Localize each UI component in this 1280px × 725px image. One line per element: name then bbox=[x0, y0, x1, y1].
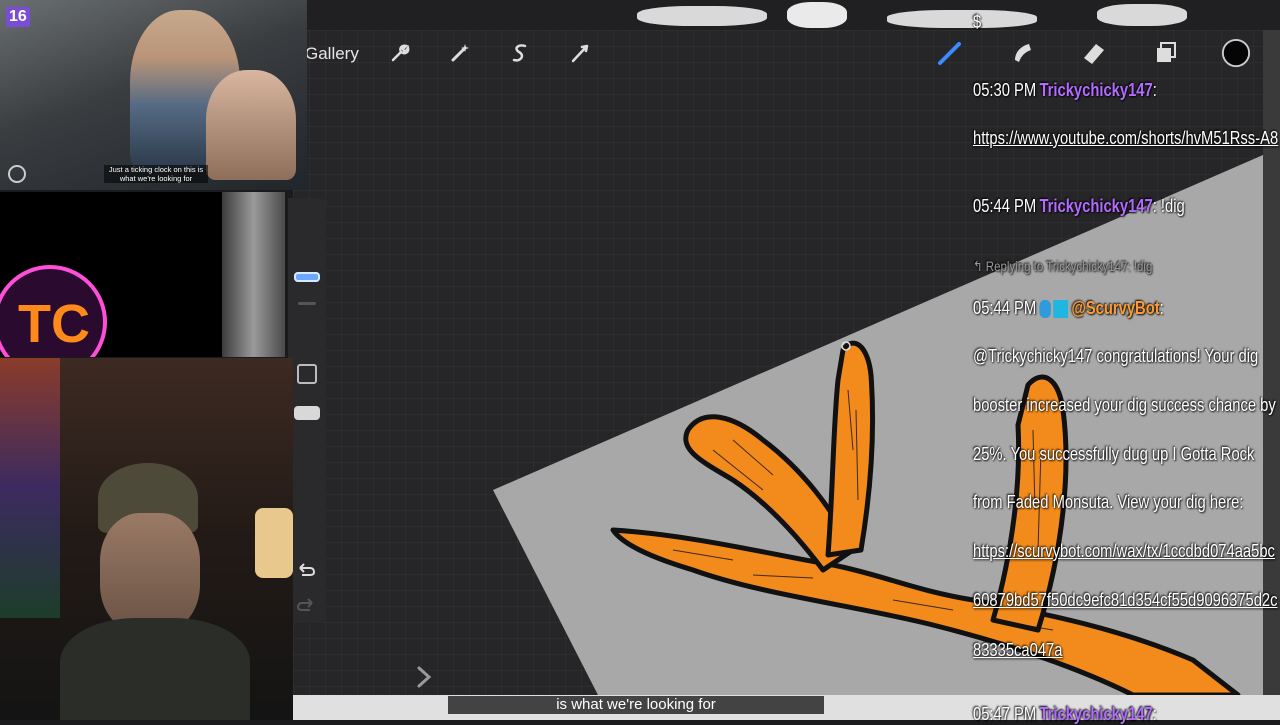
chat-link[interactable]: 60879bd57f50dc9efc81d354cf55d9096375d2c bbox=[973, 590, 1278, 611]
brush-size-sidebar bbox=[288, 198, 326, 623]
chat-username: Trickychicky147 bbox=[1039, 80, 1153, 100]
bot-badge-2-icon bbox=[1053, 300, 1069, 319]
logo-panel: TC bbox=[0, 192, 285, 357]
chat-message: 05:44 PM @ScurvyBot: bbox=[973, 298, 1164, 319]
redo-icon[interactable] bbox=[296, 595, 316, 618]
chat-timestamp: 05:47 PM bbox=[973, 704, 1037, 724]
wall-posters bbox=[0, 358, 60, 618]
chat-timestamp: 05:44 PM bbox=[973, 298, 1037, 318]
chat-message: 05:44 PM Trickychicky147: !dig bbox=[973, 196, 1185, 217]
chat-text: @Trickychicky147 congratulations! Your d… bbox=[973, 346, 1259, 366]
modify-square-button[interactable] bbox=[297, 364, 317, 384]
chat-username: @ScurvyBot bbox=[1071, 298, 1160, 318]
chat-separator: : bbox=[1159, 298, 1164, 318]
video-caption: Just a ticking clock on this is what we'… bbox=[104, 165, 208, 183]
chat-text: !dig bbox=[1156, 196, 1185, 216]
gallery-button[interactable]: Gallery bbox=[305, 44, 359, 64]
svg-text:TC: TC bbox=[18, 294, 90, 354]
chat-message: 05:30 PM Trickychicky147: bbox=[973, 80, 1157, 101]
wrench-icon[interactable] bbox=[385, 38, 415, 68]
chat-top-fragment: $ bbox=[973, 12, 982, 32]
transform-arrow-icon[interactable] bbox=[565, 38, 595, 68]
chat-separator: : bbox=[1152, 80, 1157, 100]
selection-s-icon[interactable] bbox=[505, 38, 535, 68]
chat-link[interactable]: https://www.youtube.com/shorts/hvM51Rss-… bbox=[973, 128, 1278, 149]
chat-link[interactable]: 83335ca047a bbox=[973, 640, 1062, 661]
chat-username: Trickychicky147 bbox=[1039, 196, 1153, 216]
brush-size-slider[interactable] bbox=[294, 272, 320, 282]
chat-overlay: $ 05:30 PM Trickychicky147: https://www.y… bbox=[973, 0, 1280, 724]
streamer-face bbox=[100, 513, 200, 633]
slider-divider bbox=[298, 302, 316, 305]
channel-logo: TC bbox=[0, 265, 107, 357]
chat-timestamp: 05:30 PM bbox=[973, 80, 1037, 100]
brush-icon[interactable] bbox=[935, 38, 965, 68]
cc-icon[interactable] bbox=[8, 165, 26, 183]
video-overlay: 16 Just a ticking clock on this is what … bbox=[0, 0, 307, 190]
chat-link[interactable]: https://scurvybot.com/wax/tx/1ccdbd074aa… bbox=[973, 541, 1275, 562]
undo-icon[interactable] bbox=[296, 560, 316, 583]
view-count-badge: 16 bbox=[6, 7, 30, 27]
chat-text: from Faded Monsuta. View your dig here: bbox=[973, 492, 1244, 512]
chat-timestamp: 05:44 PM bbox=[973, 196, 1037, 216]
lamp bbox=[255, 508, 293, 578]
video-person-2 bbox=[206, 70, 296, 180]
magic-wand-icon[interactable] bbox=[445, 38, 475, 68]
streamer-shirt bbox=[60, 618, 250, 720]
chat-reply: ↰ Replying to Trickychicky147: !dig bbox=[973, 258, 1153, 274]
bot-badge-icon bbox=[1039, 300, 1051, 319]
webcam-panel bbox=[0, 358, 293, 720]
bottom-caption: is what we're looking for bbox=[448, 696, 824, 714]
chat-text: 25%. You successfully dug up I Gotta Roc… bbox=[973, 444, 1255, 464]
chevron-right-icon[interactable] bbox=[412, 664, 436, 695]
chat-text: booster increased your dig success chanc… bbox=[973, 395, 1276, 415]
logo-panel-side bbox=[222, 192, 285, 357]
opacity-slider[interactable] bbox=[294, 406, 320, 420]
chat-separator: : bbox=[1152, 704, 1157, 724]
chat-username: Trickychicky147 bbox=[1039, 704, 1153, 724]
chat-message: 05:47 PM Trickychicky147: bbox=[973, 704, 1157, 725]
